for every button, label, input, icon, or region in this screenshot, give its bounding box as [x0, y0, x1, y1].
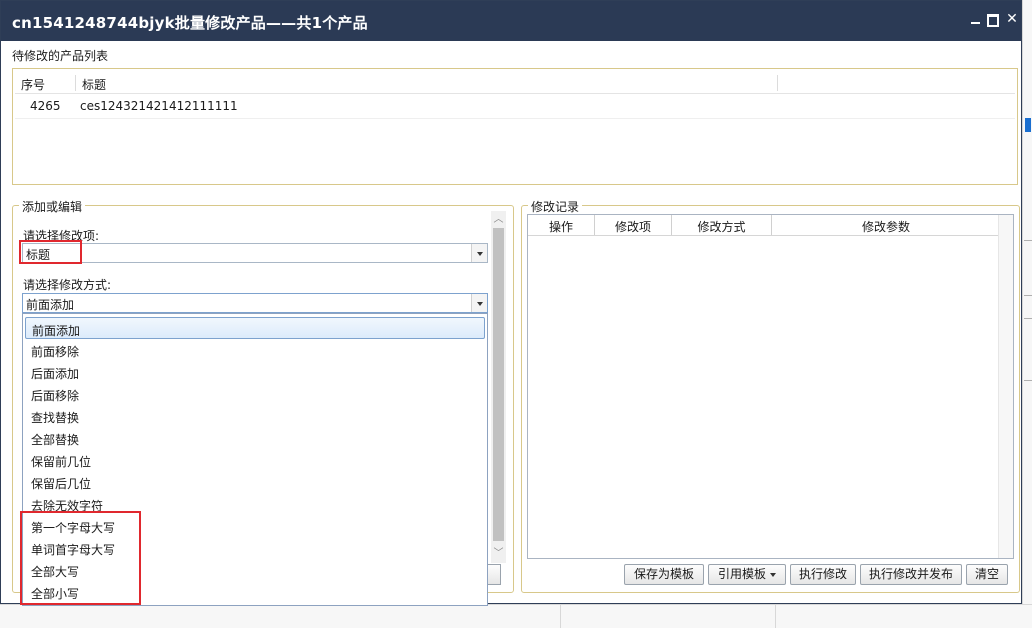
background-divider: [1024, 295, 1032, 296]
log-group-legend: 修改记录: [528, 198, 583, 215]
column-header-action[interactable]: 操作: [528, 218, 594, 235]
column-header-index[interactable]: 序号: [21, 76, 45, 93]
maximize-icon[interactable]: [985, 11, 1001, 27]
column-header-title[interactable]: 标题: [82, 76, 106, 93]
dropdown-option-label: 后面移除: [31, 389, 80, 403]
close-icon[interactable]: ✕: [1004, 11, 1020, 27]
background-right-edge: [1022, 0, 1032, 627]
dropdown-option[interactable]: 保留后几位: [25, 471, 485, 493]
field-select-value: 标题: [26, 248, 51, 262]
background-selected-marker: [1025, 118, 1031, 132]
dropdown-option[interactable]: 后面添加: [25, 361, 485, 383]
batch-edit-dialog: cn1541248744bjyk批量修改产品——共1个产品 ✕ 待修改的产品列表…: [0, 0, 1022, 606]
product-title: ces124321421412111111: [80, 99, 238, 113]
log-table-header: 操作 修改项 修改方式 修改参数: [528, 215, 1000, 236]
method-dropdown-list: 前面添加前面移除后面添加后面移除查找替换全部替换保留前几位保留后几位去除无效字符…: [22, 313, 488, 606]
method-select-label: 请选择修改方式:: [23, 278, 112, 292]
clear-button[interactable]: 清空: [966, 564, 1008, 585]
dropdown-option[interactable]: 前面移除: [25, 339, 485, 361]
dropdown-option-label: 前面移除: [31, 345, 80, 359]
scroll-up-icon[interactable]: ︿: [491, 213, 506, 227]
dropdown-option[interactable]: 去除无效字符: [25, 493, 485, 515]
dropdown-option[interactable]: 前面添加: [25, 317, 485, 339]
column-separator: [777, 75, 778, 91]
method-select[interactable]: 前面添加: [22, 293, 488, 313]
use-template-label: 引用模板: [717, 567, 766, 581]
dropdown-option-label: 去除无效字符: [31, 499, 104, 513]
background-cell: [560, 605, 776, 628]
field-select[interactable]: 标题: [22, 243, 488, 263]
dropdown-option[interactable]: 第一个字母大写: [25, 515, 485, 537]
field-select-label: 请选择修改项:: [23, 229, 100, 243]
column-header-params[interactable]: 修改参数: [772, 218, 1000, 235]
background-divider: [1024, 240, 1032, 241]
dropdown-option[interactable]: 全部替换: [25, 427, 485, 449]
background-divider: [1024, 380, 1032, 381]
dialog-titlebar[interactable]: cn1541248744bjyk批量修改产品——共1个产品 ✕: [1, 1, 1021, 41]
chevron-down-icon[interactable]: [471, 244, 487, 262]
background-divider: [1024, 318, 1032, 319]
dropdown-option[interactable]: 查找替换: [25, 405, 485, 427]
product-table: 序号 标题 4265 ces124321421412111111: [15, 73, 1015, 119]
product-table-header: 序号 标题: [15, 73, 1015, 94]
dropdown-option-label: 单词首字母大写: [31, 543, 116, 557]
execute-button[interactable]: 执行修改: [790, 564, 856, 585]
minimize-icon[interactable]: [968, 11, 984, 27]
chevron-down-icon[interactable]: [471, 294, 487, 312]
background-cell: [0, 605, 561, 628]
dropdown-option-label: 全部大写: [31, 565, 80, 579]
column-separator: [75, 75, 76, 91]
log-table-scrollbar[interactable]: [998, 215, 1013, 558]
save-template-button[interactable]: 保存为模板: [624, 564, 704, 585]
product-index: 4265: [30, 99, 61, 113]
use-template-button[interactable]: 引用模板: [708, 564, 786, 585]
chevron-down-icon: [770, 572, 776, 577]
dropdown-option-label: 第一个字母大写: [31, 521, 116, 535]
scroll-down-icon[interactable]: ﹀: [491, 547, 506, 561]
scrollbar-thumb[interactable]: [493, 228, 504, 541]
edit-group-legend: 添加或编辑: [19, 198, 86, 215]
dropdown-option-label: 保留后几位: [31, 477, 92, 491]
dropdown-option[interactable]: 全部小写: [25, 581, 485, 603]
dropdown-option-label: 保留前几位: [31, 455, 92, 469]
product-list-table: 序号 标题 4265 ces124321421412111111: [12, 68, 1018, 185]
background-status-strip: [0, 604, 1032, 628]
dropdown-option-label: 全部替换: [31, 433, 80, 447]
column-header-field[interactable]: 修改项: [595, 218, 671, 235]
method-select-value: 前面添加: [26, 298, 75, 312]
hidden-button-edge[interactable]: [488, 564, 501, 585]
change-log-table: 操作 修改项 修改方式 修改参数: [527, 214, 1014, 559]
dropdown-option-label: 后面添加: [31, 367, 80, 381]
column-header-method[interactable]: 修改方式: [672, 218, 771, 235]
dropdown-option-label: 查找替换: [31, 411, 80, 425]
dialog-title: cn1541248744bjyk批量修改产品——共1个产品: [12, 14, 368, 32]
dropdown-option[interactable]: 保留前几位: [25, 449, 485, 471]
product-list-label: 待修改的产品列表: [12, 49, 109, 63]
table-row[interactable]: 4265 ces124321421412111111: [15, 94, 1015, 119]
dropdown-option[interactable]: 全部大写: [25, 559, 485, 581]
dropdown-option[interactable]: 后面移除: [25, 383, 485, 405]
edit-panel-scrollbar[interactable]: ︿ ﹀: [491, 211, 506, 563]
dropdown-option[interactable]: 单词首字母大写: [25, 537, 485, 559]
execute-publish-button[interactable]: 执行修改并发布: [860, 564, 962, 585]
dropdown-option-label: 前面添加: [32, 324, 81, 338]
dropdown-option-label: 全部小写: [31, 587, 80, 601]
